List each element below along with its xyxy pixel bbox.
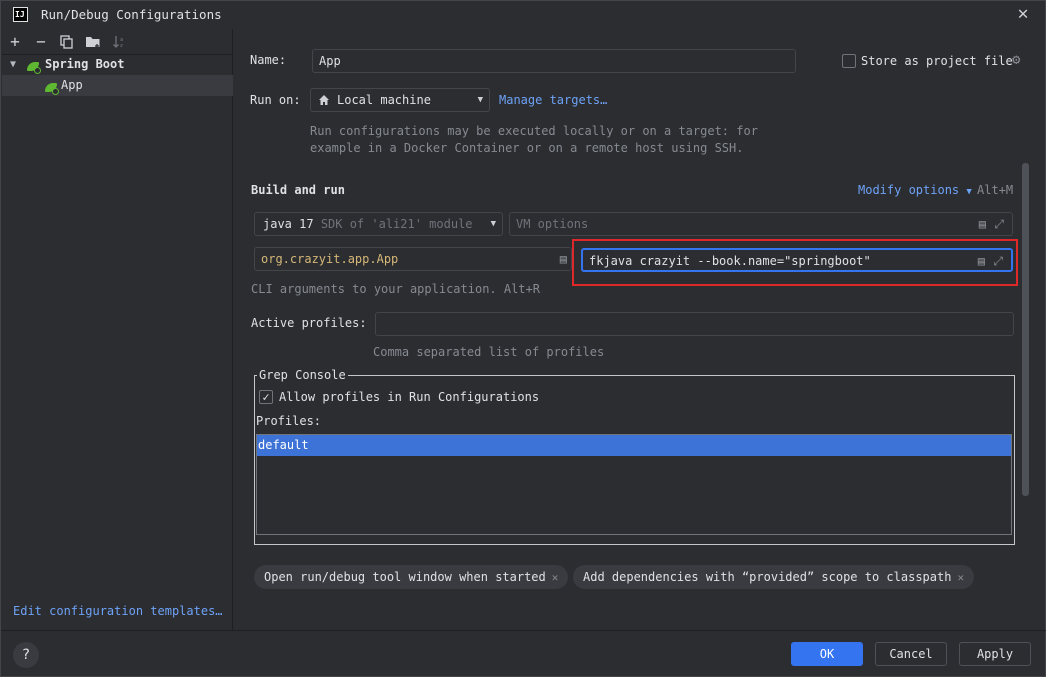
modify-options-label: Modify options xyxy=(858,183,960,197)
tree-item-spring-boot[interactable]: ▼ Spring Boot xyxy=(2,54,233,75)
maximize-icon[interactable]: ⤢ xyxy=(993,250,1003,272)
scrollbar[interactable] xyxy=(1022,163,1029,496)
run-on-combo[interactable]: Local machine ▼ xyxy=(310,88,490,112)
expand-text-icon[interactable]: ▤ xyxy=(979,213,986,235)
tree-item-label: Spring Boot xyxy=(45,57,125,71)
sdk-java-version: java 17 xyxy=(263,217,314,231)
home-icon xyxy=(318,89,330,113)
active-profiles-label: Active profiles: xyxy=(251,316,367,330)
window-title: Run/Debug Configurations xyxy=(41,7,222,22)
chevron-down-icon[interactable]: ▼ xyxy=(10,54,16,75)
vm-options-placeholder: VM options xyxy=(516,217,589,231)
jre-combo[interactable]: java 17 SDK of 'ali21' module ▼ xyxy=(254,212,503,236)
copy-icon[interactable] xyxy=(58,33,76,51)
build-and-run-title: Build and run xyxy=(251,183,345,197)
intellij-logo-icon: IJ xyxy=(13,7,28,22)
chip-label: Open run/debug tool window when started xyxy=(264,570,546,584)
close-icon[interactable]: ✕ xyxy=(1013,4,1033,24)
store-project-file-label: Store as project file xyxy=(861,54,1013,68)
profiles-label: Profiles: xyxy=(256,414,322,428)
manage-targets-link[interactable]: Manage targets… xyxy=(499,93,607,107)
modify-options-shortcut: Alt+M xyxy=(977,183,1014,197)
edit-templates-link[interactable]: Edit configuration templates… xyxy=(13,604,223,618)
main-class-field[interactable]: org.crazyit.app.App ▤ xyxy=(254,247,572,271)
gear-icon[interactable]: ⚙ xyxy=(1012,52,1020,68)
open-tool-window-chip[interactable]: Open run/debug tool window when started ✕ xyxy=(254,565,569,589)
profiles-list[interactable]: default xyxy=(256,434,1012,535)
list-item[interactable]: default xyxy=(257,435,1011,456)
cli-hint: CLI arguments to your application. Alt+R xyxy=(251,282,540,296)
main-class-value: org.crazyit.app.App xyxy=(261,252,399,266)
new-folder-icon[interactable] xyxy=(84,33,102,51)
svg-text:z: z xyxy=(120,43,123,49)
allow-profiles-checkbox[interactable]: ✓ xyxy=(259,390,273,404)
dropdown-arrow-icon: ▼ xyxy=(477,95,483,105)
run-debug-dialog: IJ Run/Debug Configurations ✕ + − az ▼ S… xyxy=(0,0,1046,677)
modify-options-link[interactable]: Modify options ▼ xyxy=(858,183,972,197)
close-icon[interactable]: ✕ xyxy=(552,571,559,584)
add-icon[interactable]: + xyxy=(6,33,24,51)
spring-boot-icon xyxy=(45,82,59,95)
profiles-hint: Comma separated list of profiles xyxy=(373,345,605,359)
cancel-button[interactable]: Cancel xyxy=(875,642,947,666)
remove-icon[interactable]: − xyxy=(32,33,50,51)
sdk-description: SDK of 'ali21' module xyxy=(320,217,473,231)
run-on-hint-line-2: example in a Docker Container or on a re… xyxy=(310,141,744,155)
active-profiles-field[interactable] xyxy=(375,312,1014,336)
name-label: Name: xyxy=(250,53,287,67)
expand-text-icon[interactable]: ▤ xyxy=(978,250,985,272)
sort-icon[interactable]: az xyxy=(110,33,128,51)
run-on-value: Local machine xyxy=(337,93,431,107)
ok-button[interactable]: OK xyxy=(791,642,863,666)
program-arguments-value: fkjava crazyit --book.name="springboot" xyxy=(589,254,871,268)
browse-class-icon[interactable]: ▤ xyxy=(560,248,567,270)
provided-scope-chip[interactable]: Add dependencies with “provided” scope t… xyxy=(573,565,975,589)
vm-options-field[interactable]: VM options ▤ ⤢ xyxy=(509,212,1013,236)
name-field[interactable]: App xyxy=(312,49,796,73)
tree-item-label: App xyxy=(61,78,83,92)
apply-button[interactable]: Apply xyxy=(959,642,1031,666)
grep-console-title: Grep Console xyxy=(257,368,348,382)
run-on-label: Run on: xyxy=(250,93,301,107)
help-button[interactable]: ? xyxy=(13,642,39,668)
allow-profiles-label: Allow profiles in Run Configurations xyxy=(279,390,540,404)
check-icon: ✓ xyxy=(262,390,270,404)
tree-item-app[interactable]: App xyxy=(2,75,233,96)
maximize-icon[interactable]: ⤢ xyxy=(994,213,1004,235)
program-arguments-field[interactable]: fkjava crazyit --book.name="springboot" … xyxy=(581,248,1013,272)
run-on-hint-line-1: Run configurations may be executed local… xyxy=(310,124,758,138)
spring-boot-icon xyxy=(27,61,41,74)
configurations-sidebar: + − az ▼ Spring Boot App Edit configurat… xyxy=(2,29,233,630)
close-icon[interactable]: ✕ xyxy=(957,571,964,584)
chevron-down-icon: ▼ xyxy=(966,187,972,197)
sidebar-toolbar: + − az xyxy=(2,29,233,55)
chip-label: Add dependencies with “provided” scope t… xyxy=(583,570,952,584)
dropdown-arrow-icon: ▼ xyxy=(490,219,496,229)
store-project-file-checkbox[interactable] xyxy=(842,54,856,68)
title-bar: IJ Run/Debug Configurations ✕ xyxy=(1,1,1046,29)
